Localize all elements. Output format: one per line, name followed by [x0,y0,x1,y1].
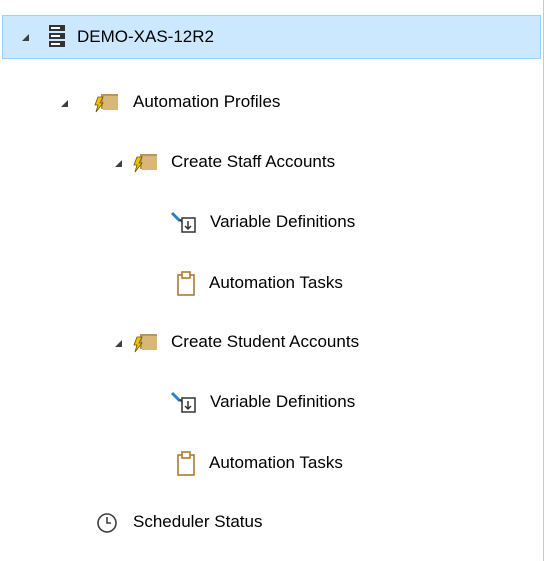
tree-node-create-student-accounts[interactable]: Create Student Accounts [0,321,540,365]
tree-node-variable-definitions[interactable]: Variable Definitions [0,201,540,245]
tree-node-automation-tasks[interactable]: Automation Tasks [0,262,540,306]
pane-divider [543,0,544,561]
folder-lightning-icon [131,330,159,361]
tree-node-label: Automation Tasks [209,453,343,472]
tree-node-label: Automation Profiles [133,92,281,111]
tree-node-label: Automation Tasks [209,273,343,292]
expand-arrow-icon[interactable] [115,160,122,167]
tree-node-automation-tasks[interactable]: Automation Tasks [0,442,540,486]
expand-arrow-icon[interactable] [115,340,122,347]
folder-lightning-icon [131,150,159,181]
tree-node-label: Create Student Accounts [171,332,360,351]
tree-node-label: DEMO-XAS-12R2 [77,27,214,46]
tree-node-label: Variable Definitions [210,392,356,411]
tree-node-variable-definitions[interactable]: Variable Definitions [0,381,540,425]
tree-node-create-staff-accounts[interactable]: Create Staff Accounts [0,141,540,185]
tree-node-label: Scheduler Status [133,512,263,531]
expand-arrow-icon[interactable] [61,100,68,107]
variable-definitions-icon [170,210,198,241]
tree-node-label: Variable Definitions [210,212,356,231]
expand-arrow-icon[interactable] [22,34,29,41]
tree-node-label: Create Staff Accounts [171,152,336,171]
clipboard-icon [176,451,196,482]
server-icon [48,24,66,53]
tree-node-scheduler-status[interactable]: Scheduler Status [0,500,540,544]
clock-icon [96,512,118,539]
variable-definitions-icon [170,390,198,421]
tree-node-server[interactable]: DEMO-XAS-12R2 [2,15,541,59]
tree-node-automation-profiles[interactable]: Automation Profiles [0,81,540,125]
folder-lightning-icon [92,90,120,121]
clipboard-icon [176,271,196,302]
tree-view: DEMO-XAS-12R2 Automation Profiles Create… [0,0,547,561]
